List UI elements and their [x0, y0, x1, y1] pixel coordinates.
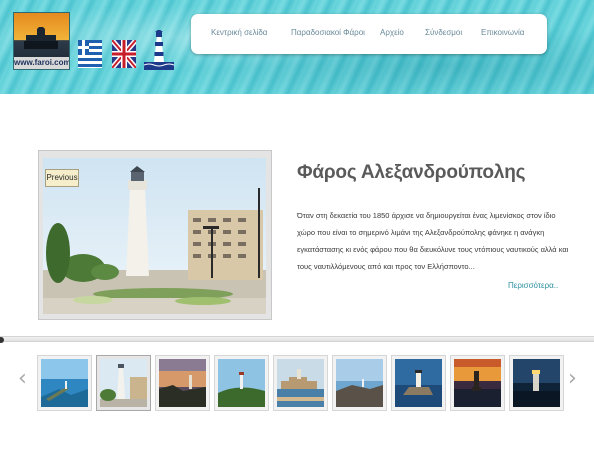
nav-item-links[interactable]: Σύνδεσμοι	[425, 14, 462, 54]
site-logo[interactable]: www.faroi.com	[13, 12, 70, 70]
carousel-thumbnail[interactable]	[509, 355, 564, 411]
carousel-prev-arrow[interactable]: ‹	[18, 368, 27, 390]
article-title: Φάρος Αλεξανδρούπολης	[297, 162, 526, 183]
nav-item-home[interactable]: Κεντρική σελίδα	[211, 14, 267, 54]
section-divider	[0, 336, 594, 342]
thumbnail-image-8	[454, 359, 501, 407]
thumbnail-image-6	[336, 359, 383, 407]
thumbnail-image-2	[100, 359, 147, 407]
thumbnail-image-4	[218, 359, 265, 407]
carousel-thumbnail[interactable]	[450, 355, 505, 411]
nav-item-contact[interactable]: Επικοινωνία	[481, 14, 524, 54]
greek-flag-icon[interactable]	[78, 40, 102, 68]
thumbnail-image-9	[513, 359, 560, 407]
nav-item-traditional-lighthouses[interactable]: Παραδοσιακοί Φάροι	[291, 14, 365, 54]
thumbnail-image-3	[159, 359, 206, 407]
thumbnail-image-5	[277, 359, 324, 407]
thumbnail-image-7	[395, 359, 442, 407]
nav-item-archive[interactable]: Αρχείο	[380, 14, 404, 54]
carousel-thumbnail[interactable]	[214, 355, 269, 411]
uk-flag-icon[interactable]	[112, 40, 136, 68]
carousel-thumbnail[interactable]	[96, 355, 151, 411]
carousel-thumbnail[interactable]	[155, 355, 210, 411]
main-nav: Κεντρική σελίδα Παραδοσιακοί Φάροι Αρχεί…	[191, 14, 547, 54]
lighthouse-icon	[144, 30, 174, 70]
header: www.faroi.com Κεντρική σελίδα Παραδοσιακ…	[0, 0, 594, 94]
article-description: Όταν στη δεκαετία του 1850 άρχισε να δημ…	[297, 211, 569, 271]
carousel-next-arrow[interactable]: ›	[568, 368, 577, 390]
carousel-thumbnail[interactable]	[37, 355, 92, 411]
carousel-thumbnail[interactable]	[273, 355, 328, 411]
carousel-thumbnail[interactable]	[332, 355, 387, 411]
castle-icon	[24, 27, 58, 49]
previous-button[interactable]: Previous	[45, 169, 79, 187]
read-more-link[interactable]: Περισσότερα..	[508, 281, 558, 290]
divider-handle	[0, 337, 4, 343]
logo-text: www.faroi.com	[14, 57, 70, 69]
carousel-thumbnail[interactable]	[391, 355, 446, 411]
thumbnail-image-1	[41, 359, 88, 407]
featured-slide[interactable]: Previous	[38, 150, 272, 320]
